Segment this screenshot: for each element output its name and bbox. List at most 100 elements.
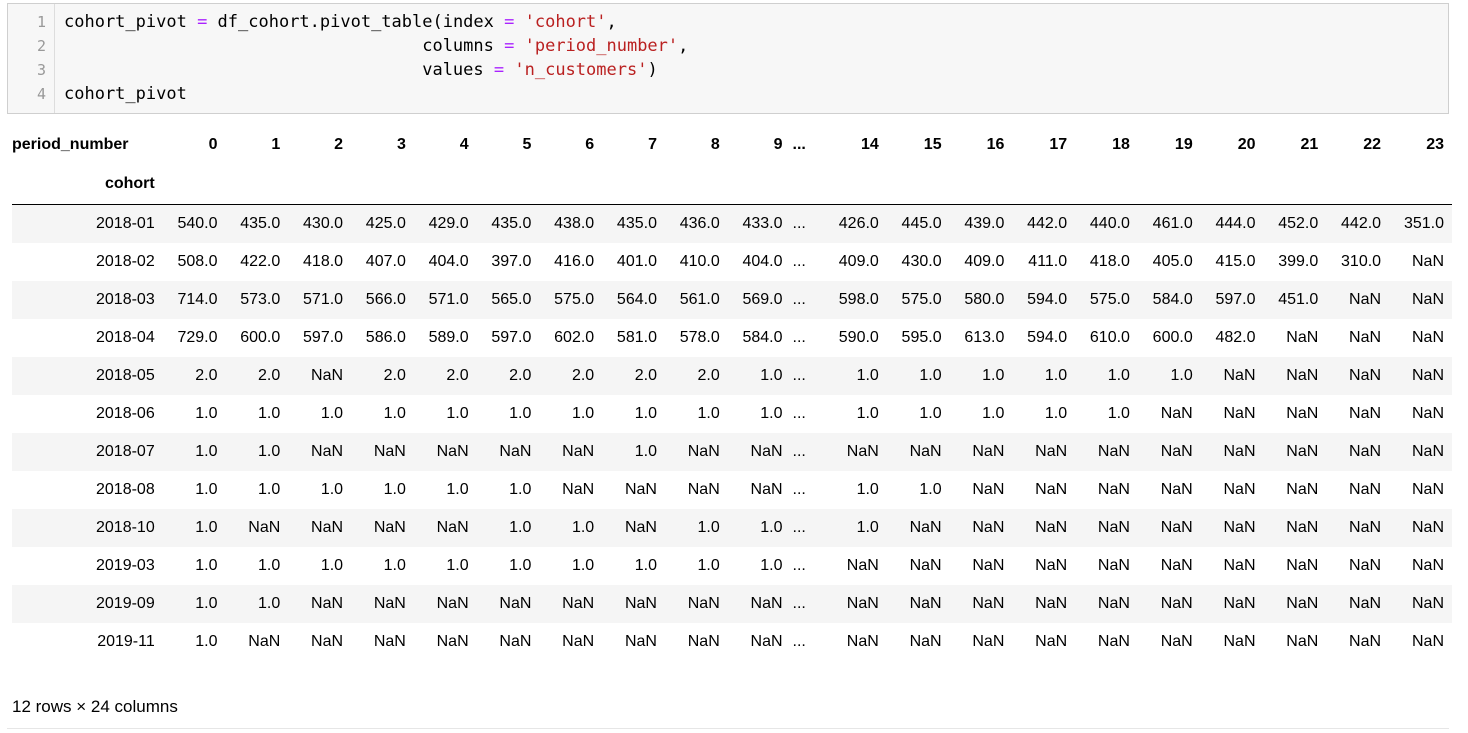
- code-text[interactable]: cohort_pivot: [64, 82, 187, 106]
- table-cell: NaN: [311, 633, 344, 650]
- table-cell: 407.0: [365, 253, 406, 270]
- index-name-filler: [790, 164, 825, 205]
- table-cell: NaN: [1411, 443, 1444, 460]
- table-cell: 573.0: [240, 291, 281, 308]
- index-name-filler: [1263, 164, 1327, 205]
- table-cell: 1.0: [509, 519, 532, 536]
- table-cell: 1.0: [760, 519, 783, 536]
- ellipsis-cell: ...: [792, 633, 806, 650]
- table-cell: 1.0: [446, 481, 469, 498]
- row-index-label: 2018-10: [96, 519, 155, 536]
- column-header: 23: [1426, 136, 1444, 153]
- index-name-filler: [225, 164, 289, 205]
- table-cell: 600.0: [1152, 329, 1193, 346]
- table-cell: 2.0: [571, 367, 595, 384]
- table-cell: 571.0: [303, 291, 344, 308]
- table-cell: 451.0: [1278, 291, 1319, 308]
- column-header: 16: [986, 136, 1005, 153]
- table-cell: NaN: [562, 595, 595, 612]
- table-cell: NaN: [1349, 557, 1382, 574]
- table-cell: NaN: [1160, 557, 1193, 574]
- table-row: 2019-09 1.0 1.0 NaN NaN NaN NaN NaN NaN NaN NaN...…: [12, 585, 1452, 623]
- column-header: 1: [271, 136, 281, 153]
- table-cell: 1.0: [509, 405, 532, 422]
- table-cell: NaN: [1035, 633, 1068, 650]
- table-cell: 1.0: [571, 557, 595, 574]
- table-cell: NaN: [1411, 481, 1444, 498]
- table-cell: NaN: [1097, 557, 1130, 574]
- table-cell: 1.0: [320, 405, 344, 422]
- table-cell: NaN: [1223, 443, 1256, 460]
- table-cell: 594.0: [1027, 329, 1068, 346]
- column-header: 7: [648, 136, 657, 153]
- ellipsis-cell: ...: [792, 253, 806, 270]
- code-token: ,: [606, 12, 617, 32]
- index-name-filler: [602, 164, 665, 205]
- table-row: 2018-07 1.0 1.0 NaN NaN NaN NaN NaN 1.0 NaN NaN...…: [12, 433, 1452, 471]
- row-index-label: 2018-02: [96, 253, 155, 270]
- table-cell: 416.0: [554, 253, 595, 270]
- table-cell: NaN: [1223, 595, 1256, 612]
- column-header: 3: [396, 136, 406, 153]
- table-cell: NaN: [909, 443, 942, 460]
- pivot-table: period_number 0 1 2 3 4 5 6 7 8 9... 14 15 16 17 18 19 2…: [12, 126, 1452, 661]
- table-cell: 597.0: [491, 329, 532, 346]
- table-cell: 1.0: [446, 557, 469, 574]
- table-cell: NaN: [624, 481, 657, 498]
- table-cell: NaN: [1411, 557, 1444, 574]
- table-cell: 594.0: [1027, 291, 1068, 308]
- table-cell: 439.0: [964, 215, 1005, 232]
- code-text[interactable]: cohort_pivot = df_cohort.pivot_table(ind…: [64, 10, 617, 34]
- table-cell: NaN: [846, 595, 879, 612]
- table-cell: 1.0: [856, 405, 879, 422]
- table-cell: 445.0: [901, 215, 942, 232]
- table-cell: NaN: [1160, 633, 1193, 650]
- table-cell: 569.0: [742, 291, 783, 308]
- table-cell: NaN: [373, 633, 406, 650]
- code-text[interactable]: values = 'n_customers'): [64, 58, 657, 82]
- table-cell: 2.0: [383, 367, 406, 384]
- row-index-label: 2018-05: [96, 367, 155, 384]
- table-cell: NaN: [1286, 443, 1319, 460]
- table-cell: 1.0: [195, 519, 218, 536]
- table-cell: 1.0: [1044, 367, 1068, 384]
- index-name-filler: [1200, 164, 1264, 205]
- table-cell: 418.0: [303, 253, 344, 270]
- code-cell-input[interactable]: 1 cohort_pivot = df_cohort.pivot_table(in…: [7, 3, 1449, 114]
- table-cell: 435.0: [616, 215, 657, 232]
- table-cell: NaN: [1349, 291, 1382, 308]
- table-cell: 590.0: [838, 329, 879, 346]
- table-cell: 2.0: [195, 367, 218, 384]
- table-cell: NaN: [687, 595, 720, 612]
- table-cell: NaN: [1160, 405, 1193, 422]
- table-cell: NaN: [1286, 481, 1319, 498]
- table-cell: 444.0: [1215, 215, 1256, 232]
- index-name-filler: [1326, 164, 1390, 205]
- ellipsis-cell: ...: [792, 595, 806, 612]
- table-cell: NaN: [909, 595, 942, 612]
- code-text[interactable]: columns = 'period_number',: [64, 34, 688, 58]
- index-name-row: cohort: [12, 164, 1452, 205]
- table-cell: 1.0: [195, 443, 218, 460]
- table-cell: NaN: [373, 519, 406, 536]
- index-name-filler: [476, 164, 540, 205]
- ellipsis-cell: ...: [792, 557, 806, 574]
- table-cell: 508.0: [177, 253, 218, 270]
- table-cell: NaN: [1349, 367, 1382, 384]
- table-cell: 1.0: [760, 557, 783, 574]
- table-cell: 575.0: [554, 291, 595, 308]
- table-cell: 1.0: [1044, 405, 1068, 422]
- table-cell: 422.0: [240, 253, 281, 270]
- table-cell: 1.0: [634, 443, 657, 460]
- table-cell: NaN: [1097, 443, 1130, 460]
- table-cell: 2.0: [697, 367, 720, 384]
- table-cell: 578.0: [679, 329, 720, 346]
- row-index-label: 2019-03: [96, 557, 155, 574]
- table-cell: 415.0: [1215, 253, 1256, 270]
- index-name-filler: [824, 164, 887, 205]
- table-cell: 1.0: [258, 481, 281, 498]
- table-cell: 1.0: [919, 367, 942, 384]
- table-cell: NaN: [1411, 329, 1444, 346]
- table-cell: 1.0: [697, 519, 720, 536]
